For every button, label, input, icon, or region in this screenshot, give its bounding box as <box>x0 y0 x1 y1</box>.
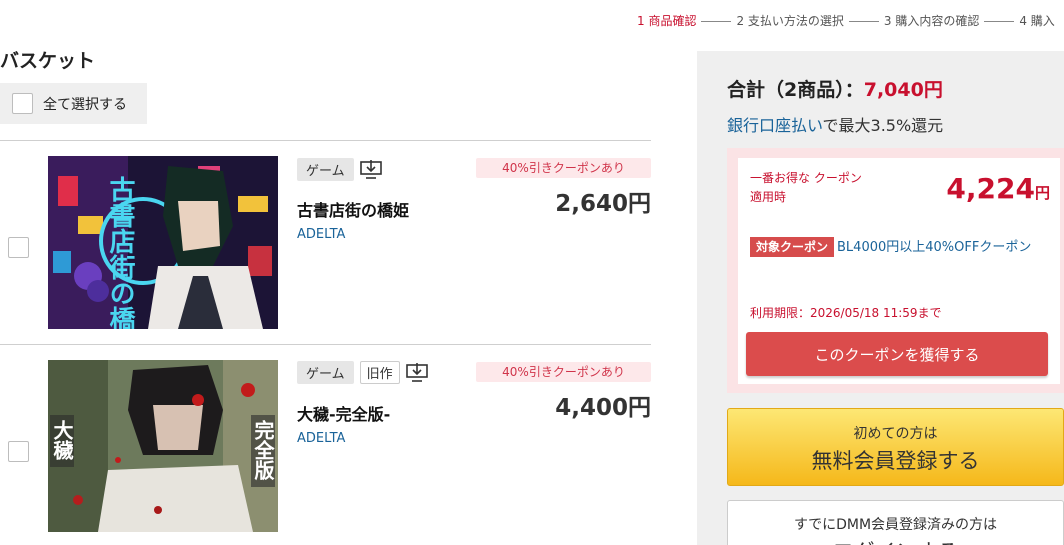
cover-title-text: 古書店街の橋姫 <box>105 176 136 329</box>
login-sub-label: すでにDMM会員登録済みの方は <box>793 517 998 533</box>
item-price: 2,640円 <box>555 191 651 217</box>
best-coupon-label: 一番お得な クーポン適用時 <box>750 171 862 204</box>
cart-item: 古書店街の橋姫 ゲーム 40%引きクーポンあり 2,640円 古書店街の橋姫 A… <box>0 141 651 344</box>
step-separator <box>984 21 1015 22</box>
target-coupon: 対象クーポン BL4000円以上40%OFFクーポン <box>750 235 1035 260</box>
total-label: 合計（2商品）： <box>727 79 864 101</box>
page-title: バスケット <box>0 50 96 72</box>
step-2: 2 支払い方法の選択 <box>736 14 844 28</box>
coupon-price-value: 4,224 <box>946 172 1035 205</box>
checkout-steps: 1 商品確認 2 支払い方法の選択 3 購入内容の確認 4 購入 <box>637 12 1055 29</box>
order-summary-panel: 合計（2商品）：7,040円 銀行口座払いで最大3.5%還元 一番お得な クーポ… <box>697 51 1064 545</box>
select-all-label: 全て選択する <box>43 96 127 113</box>
item-tags: ゲーム 旧作 <box>297 361 428 384</box>
bank-payment-link[interactable]: 銀行口座払い <box>727 116 823 135</box>
step-3: 3 購入内容の確認 <box>883 14 980 28</box>
coupon-box: 一番お得な クーポン適用時 4,224円 対象クーポン BL4000円以上40%O… <box>727 148 1064 393</box>
order-total: 合計（2商品）：7,040円 <box>727 75 943 102</box>
step-4: 4 購入 <box>1019 14 1055 28</box>
coupon-price-unit: 円 <box>1034 184 1050 202</box>
step-separator <box>701 21 732 22</box>
cover-art-1: 古書店街の橋姫 <box>48 156 278 329</box>
coupon-applied-price: 4,224円 <box>946 172 1050 205</box>
cover-art-2: 大穢 完全版 <box>48 360 278 532</box>
cover-title-text: 大穢 <box>50 420 74 461</box>
genre-tag: ゲーム <box>297 361 354 384</box>
item-title[interactable]: 大穢-完全版- <box>297 401 390 425</box>
old-release-tag: 旧作 <box>359 361 400 384</box>
item-checkbox[interactable] <box>8 237 29 258</box>
select-all-checkbox[interactable] <box>12 93 33 114</box>
cart-item: 大穢 完全版 ゲーム 旧作 40%引きクーポンあり 4,400円 大穢-完全版-… <box>0 345 651 545</box>
item-maker[interactable]: ADELTA <box>297 227 345 242</box>
target-coupon-tag: 対象クーポン <box>750 237 835 257</box>
login-button[interactable]: すでにDMM会員登録済みの方は ログインする <box>727 500 1064 545</box>
item-title[interactable]: 古書店街の橋姫 <box>297 197 409 221</box>
coupon-badge: 40%引きクーポンあり <box>476 362 651 382</box>
item-tags: ゲーム <box>297 158 382 181</box>
coupon-badge: 40%引きクーポンあり <box>476 158 651 178</box>
bank-payment-rest: で最大3.5%還元 <box>822 116 944 135</box>
get-coupon-button[interactable]: このクーポンを獲得する <box>746 332 1048 376</box>
item-price: 4,400円 <box>555 395 651 421</box>
register-main-label: 無料会員登録する <box>811 449 980 473</box>
login-main-label: ログインする <box>728 536 1063 545</box>
cover-subtitle-text: 完全版 <box>251 419 275 481</box>
cart-page: 1 商品確認 2 支払い方法の選択 3 購入内容の確認 4 購入 バスケット 全て選択… <box>0 0 1064 545</box>
coupon-card: 一番お得な クーポン適用時 4,224円 対象クーポン BL4000円以上40%O… <box>738 158 1060 384</box>
product-cover[interactable]: 大穢 完全版 <box>48 360 278 532</box>
item-checkbox[interactable] <box>8 441 29 462</box>
select-all-toggle[interactable]: 全て選択する <box>0 83 147 124</box>
step-1: 1 商品確認 <box>637 14 697 28</box>
bank-payment-note: 銀行口座払いで最大3.5%還元 <box>727 112 943 136</box>
download-icon <box>405 362 428 382</box>
download-icon <box>359 159 382 179</box>
total-amount: 7,040円 <box>863 79 943 101</box>
item-maker[interactable]: ADELTA <box>297 431 345 446</box>
genre-tag: ゲーム <box>297 158 354 181</box>
target-coupon-name[interactable]: BL4000円以上40%OFFクーポン <box>837 240 1031 255</box>
coupon-expiry: 利用期限：2026/05/18 11:59まで <box>750 306 942 320</box>
product-cover[interactable]: 古書店街の橋姫 <box>48 156 278 329</box>
register-sub-label: 初めての方は <box>853 426 938 442</box>
register-button[interactable]: 初めての方は 無料会員登録する <box>727 408 1064 486</box>
step-separator <box>848 21 879 22</box>
